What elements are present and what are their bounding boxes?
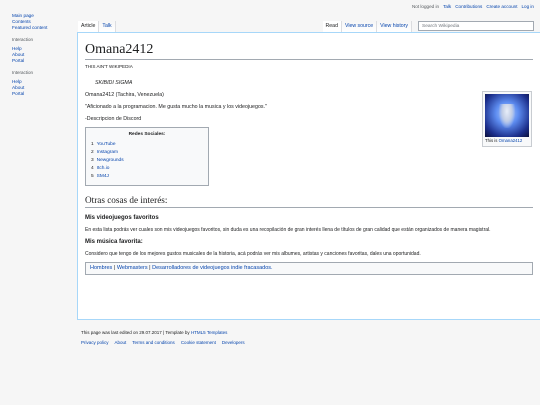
content-area: Omana2412 THIS AIN'T WIKIPEDIA SKIBIDI S… bbox=[77, 32, 540, 320]
separator: | bbox=[113, 265, 116, 271]
footer: This page was last edited on 29.07.2017 … bbox=[81, 329, 245, 346]
footer-link-about[interactable]: About bbox=[115, 339, 127, 346]
thumb-caption: This is Omana2412 bbox=[485, 138, 529, 144]
separator: | bbox=[149, 265, 151, 271]
thumb-caption-prefix: This is bbox=[485, 138, 498, 143]
toc-link-newgrounds[interactable]: Newgrounds bbox=[97, 158, 124, 163]
page-title: Omana2412 bbox=[85, 41, 533, 60]
sidebar-interaction-2: Interaction Help About Portal bbox=[12, 70, 74, 97]
location-text: Omana2412 (Tachira, Venezuela) bbox=[85, 92, 164, 98]
profile-figure bbox=[499, 104, 515, 128]
footer-link-cookie-statement[interactable]: Cookie statement bbox=[181, 339, 216, 346]
sidebar-interaction-1: Interaction Help About Portal bbox=[12, 37, 74, 64]
discord-description: -Descripcion de Discord bbox=[85, 116, 142, 122]
sidebar-heading-interaction: Interaction bbox=[12, 37, 34, 42]
toc-link-youtube[interactable]: YouTube bbox=[97, 142, 116, 147]
sidebar-item-featured-content[interactable]: Featured content bbox=[12, 25, 74, 31]
toc-number: 5 bbox=[91, 174, 94, 179]
personal-tools: Not logged in Talk Contributions Create … bbox=[412, 4, 534, 9]
search-placeholder: Search Wikipedia bbox=[422, 23, 460, 29]
talk-link[interactable]: Talk bbox=[443, 4, 451, 9]
login-link[interactable]: Log in bbox=[521, 4, 534, 9]
toc-number: 1 bbox=[91, 142, 94, 147]
toc-number: 4 bbox=[91, 166, 94, 171]
sidebar-navigation: Main page Contents Featured content bbox=[12, 13, 74, 31]
footer-links: Privacy policy About Terms and condition… bbox=[81, 339, 245, 346]
footer-link-developers[interactable]: Developers bbox=[222, 339, 245, 346]
not-logged-in-text: Not logged in bbox=[411, 4, 440, 9]
tab-article[interactable]: Article bbox=[78, 21, 100, 32]
category-link-webmasters[interactable]: Webmasters bbox=[117, 265, 148, 271]
view-tabs: Read View source View history bbox=[322, 21, 412, 32]
toc-link-instagram[interactable]: Instagram bbox=[97, 150, 118, 155]
toc-item[interactable]: 5 SM4J bbox=[91, 173, 203, 181]
sidebar-heading-interaction: Interaction bbox=[12, 70, 34, 75]
toc-item[interactable]: 4 Itch.io bbox=[91, 165, 203, 173]
sidebar: Main page Contents Featured content Inte… bbox=[12, 13, 74, 103]
toc-number: 2 bbox=[91, 150, 94, 155]
create-account-link[interactable]: Create account bbox=[486, 4, 517, 9]
namespace-tabs: Article Talk bbox=[78, 21, 116, 32]
search-input[interactable]: Search Wikipedia bbox=[418, 21, 534, 31]
profile-thumbnail: This is Omana2412 bbox=[482, 91, 532, 147]
tab-view-history[interactable]: View history bbox=[377, 21, 412, 32]
footer-link-privacy-policy[interactable]: Privacy policy bbox=[81, 339, 109, 346]
toc-item[interactable]: 2 Instagram bbox=[91, 149, 203, 157]
last-modified: This page was last edited on 29.07.2017 … bbox=[81, 329, 245, 336]
tab-read[interactable]: Read bbox=[322, 21, 342, 32]
italic-tagline: SKIBIDI SIGMA bbox=[95, 80, 133, 86]
quote-text: "Aficionado a la programacion. Me gusta … bbox=[85, 104, 267, 110]
site-subtitle: THIS AIN'T WIKIPEDIA bbox=[85, 64, 133, 69]
music-description: Considero que tengo de los mejores gusto… bbox=[85, 251, 421, 257]
toc-number: 3 bbox=[91, 158, 94, 163]
footer-link-terms[interactable]: Terms and conditions bbox=[132, 339, 175, 346]
music-heading: Mis música favorita: bbox=[85, 239, 143, 245]
games-heading: Mis videojuegos favoritos bbox=[85, 215, 159, 221]
toc-item[interactable]: 1 YouTube bbox=[91, 141, 203, 149]
contributions-link[interactable]: Contributions bbox=[455, 4, 482, 9]
sidebar-item-portal[interactable]: Portal bbox=[12, 58, 74, 64]
tab-view-source[interactable]: View source bbox=[341, 21, 378, 32]
profile-image[interactable] bbox=[485, 94, 529, 137]
table-of-contents: Redes Sociales: 1 YouTube 2 Instagram 3 New… bbox=[85, 127, 209, 186]
toc-item[interactable]: 3 Newgrounds bbox=[91, 157, 203, 165]
thumb-caption-link[interactable]: Omana2412 bbox=[499, 138, 523, 143]
tab-talk[interactable]: Talk bbox=[99, 21, 116, 32]
toc-title: Redes Sociales: bbox=[128, 132, 166, 137]
toc-link-itchio[interactable]: Itch.io bbox=[97, 166, 110, 171]
category-navbox: Hombres | Webmasters | Desarrolladores d… bbox=[85, 262, 533, 275]
sidebar-item-portal[interactable]: Portal bbox=[12, 91, 74, 97]
category-link-indie-devs[interactable]: Desarrolladores de videojuegos indie fra… bbox=[152, 265, 272, 271]
toc-link-sm4j[interactable]: SM4J bbox=[97, 174, 109, 179]
category-link-hombres[interactable]: Hombres bbox=[90, 265, 112, 271]
section-heading-other-interests: Otras cosas de interés: bbox=[85, 194, 533, 208]
last-modified-text: This page was last edited on 29.07.2017 … bbox=[81, 330, 190, 335]
games-description: En esta lista podrás ver cuales son mis … bbox=[85, 227, 491, 233]
template-link[interactable]: HTML5 Templates bbox=[191, 330, 227, 335]
